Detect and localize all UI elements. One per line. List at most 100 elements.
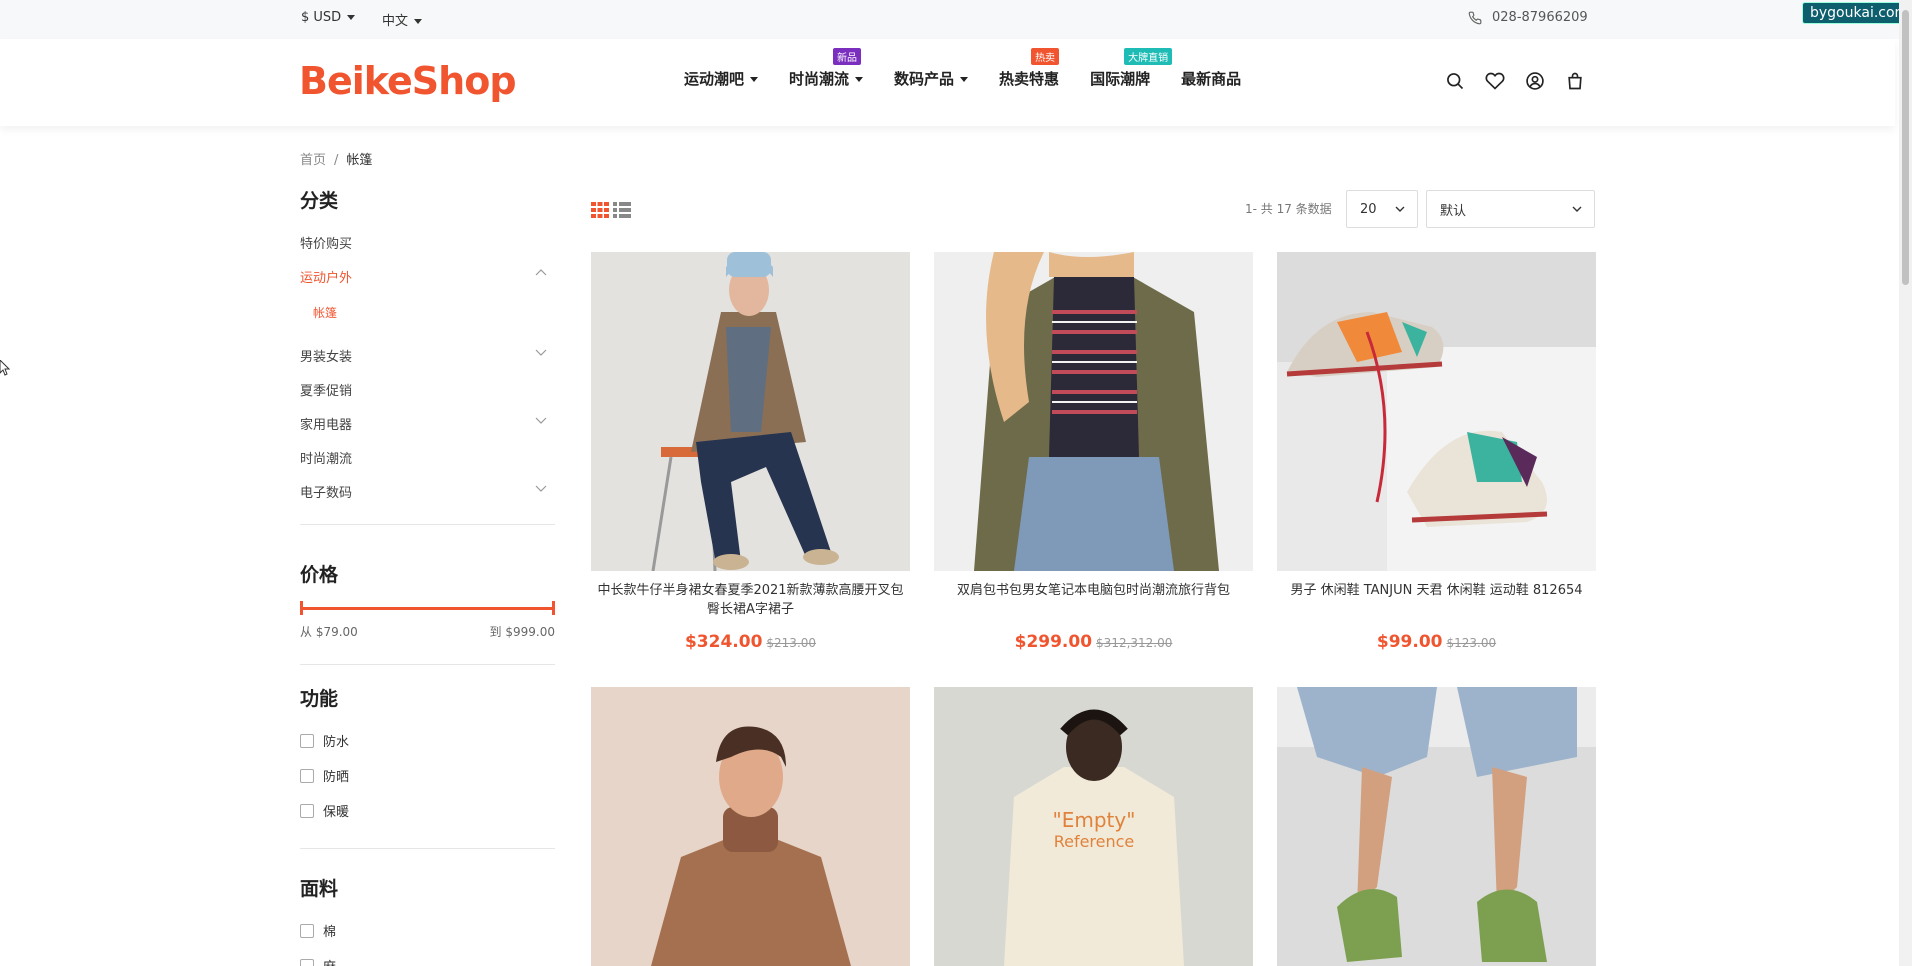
caret-down-icon <box>960 77 969 82</box>
heart-icon[interactable] <box>1485 71 1505 91</box>
product-image[interactable] <box>591 687 910 966</box>
phone-icon <box>1468 11 1482 24</box>
svg-text:"Empty": "Empty" <box>1053 808 1136 832</box>
product-image[interactable] <box>591 252 910 571</box>
original-price: $213.00 <box>766 636 817 650</box>
slider-handle-min[interactable] <box>300 601 303 615</box>
grid-view-icon[interactable] <box>591 202 609 218</box>
category-sidebar: 分类 特价购买 运动户外 帐篷 男装女装 夏季促销 家用电器 时尚潮流 电子数码 <box>300 186 555 525</box>
product-card[interactable] <box>591 687 910 966</box>
divider <box>300 524 555 525</box>
chevron-down-icon[interactable] <box>535 346 547 358</box>
header-icons <box>1445 71 1585 91</box>
nav-item-new-arrivals[interactable]: 最新商品 <box>1181 68 1241 89</box>
category-item[interactable]: 家用电器 <box>300 414 555 448</box>
nav-item-hot-sale[interactable]: 热卖 热卖特惠 <box>999 48 1060 89</box>
subcategory-item[interactable]: 帐篷 <box>300 301 555 346</box>
nav-badge-hot: 热卖 <box>1031 48 1060 65</box>
chevron-down-icon[interactable] <box>535 414 547 426</box>
product-card[interactable]: "Empty" Reference <box>934 687 1253 966</box>
caret-down-icon <box>414 19 423 24</box>
checkbox[interactable] <box>300 923 314 938</box>
product-name[interactable]: 男子 休闲鞋 TANJUN 天君 休闲鞋 运动鞋 812654 <box>1277 581 1596 621</box>
chevron-down-icon[interactable] <box>535 482 547 494</box>
sort-select[interactable]: 默认 <box>1426 190 1595 228</box>
product-card[interactable]: 双肩包书包男女笔记本电脑包时尚潮流旅行背包 $299.00 $312,312.00 <box>934 252 1253 652</box>
category-item[interactable]: 夏季促销 <box>300 380 555 414</box>
slider-handle-max[interactable] <box>552 601 555 615</box>
nav-item-sports[interactable]: 运动潮吧 <box>684 68 759 89</box>
language-label: 中文 <box>382 14 409 29</box>
nav-item-intl-brands[interactable]: 大牌直销 国际潮牌 <box>1090 48 1173 89</box>
checkbox-label: 保暖 <box>323 805 350 820</box>
list-view-icon[interactable] <box>613 202 631 218</box>
divider <box>300 664 555 665</box>
language-selector[interactable]: 中文 <box>382 10 423 29</box>
per-page-select[interactable]: 20 <box>1346 190 1418 228</box>
fabric-title: 面料 <box>300 878 339 900</box>
search-icon[interactable] <box>1445 71 1465 91</box>
fabric-checkbox[interactable]: 棉 <box>300 913 555 948</box>
price-range-values: 从 $79.00 到 $999.00 <box>300 623 555 640</box>
phone-number: 028-87966209 <box>1492 10 1588 25</box>
product-name[interactable]: 双肩包书包男女笔记本电脑包时尚潮流旅行背包 <box>934 581 1253 621</box>
svg-text:Reference: Reference <box>1054 832 1135 851</box>
caret-down-icon <box>750 77 759 82</box>
feature-checkbox[interactable]: 保暖 <box>300 793 555 828</box>
chevron-down-icon <box>1572 206 1582 212</box>
fabric-checkbox[interactable]: 麻 <box>300 948 555 966</box>
feature-title: 功能 <box>300 688 339 710</box>
current-price: $324.00 <box>684 632 763 652</box>
breadcrumb-home[interactable]: 首页 <box>300 153 326 168</box>
checkbox[interactable] <box>300 958 314 966</box>
feature-checkbox[interactable]: 防晒 <box>300 758 555 793</box>
product-card[interactable] <box>1277 687 1596 966</box>
price-title: 价格 <box>300 564 339 586</box>
product-price: $99.00 $123.00 <box>1277 632 1596 652</box>
original-price: $312,312.00 <box>1096 636 1173 650</box>
currency-selector[interactable]: $ USD <box>301 10 356 25</box>
top-bar: $ USD 中文 028-87966209 bygoukai.com <box>0 0 1912 39</box>
nav-item-fashion[interactable]: 新品 时尚潮流 <box>789 48 864 89</box>
checkbox-label: 麻 <box>323 956 336 966</box>
feature-checkbox[interactable]: 防水 <box>300 723 555 758</box>
category-item-active[interactable]: 运动户外 <box>300 267 555 301</box>
original-price: $123.00 <box>1446 636 1497 650</box>
category-label: 夏季促销 <box>300 384 353 399</box>
product-image[interactable] <box>934 252 1253 571</box>
page-scrollbar[interactable] <box>1899 0 1912 966</box>
nav-badge-brand: 大牌直销 <box>1124 48 1173 65</box>
category-item[interactable]: 男装女装 <box>300 346 555 380</box>
price-range-slider[interactable] <box>300 601 555 615</box>
slider-track <box>300 607 555 610</box>
scrollbar-thumb[interactable] <box>1902 10 1909 285</box>
checkbox[interactable] <box>300 733 314 748</box>
nav-label: 运动潮吧 <box>684 70 745 88</box>
cart-icon[interactable] <box>1565 71 1585 91</box>
category-item[interactable]: 特价购买 <box>300 233 555 267</box>
category-item[interactable]: 时尚潮流 <box>300 448 555 482</box>
currency-label: $ USD <box>301 10 342 25</box>
chevron-down-icon <box>1395 206 1405 212</box>
checkbox[interactable] <box>300 768 314 783</box>
nav-item-digital[interactable]: 数码产品 <box>894 68 969 89</box>
fabric-filter: 面料 棉 麻 <box>300 874 555 966</box>
product-card[interactable]: 中长款牛仔半身裙女春夏季2021新款薄款高腰开叉包臀长裙A字裙子 $324.00… <box>591 252 910 652</box>
site-logo[interactable]: BeikeShop <box>299 59 517 103</box>
user-icon[interactable] <box>1525 71 1545 91</box>
product-image[interactable]: "Empty" Reference <box>934 687 1253 966</box>
product-image[interactable] <box>1277 687 1596 966</box>
feature-filter: 功能 防水 防晒 保暖 <box>300 684 555 849</box>
chevron-up-icon[interactable] <box>535 267 547 279</box>
caret-down-icon <box>347 15 356 20</box>
main-nav: 运动潮吧 新品 时尚潮流 数码产品 热卖 热卖特惠 大牌直销 国际潮牌 最新商品 <box>684 48 1272 89</box>
price-from: 从 $79.00 <box>300 625 358 639</box>
checkbox[interactable] <box>300 803 314 818</box>
category-label: 运动户外 <box>300 271 353 286</box>
breadcrumb-separator: / <box>334 153 339 168</box>
product-card[interactable]: 男子 休闲鞋 TANJUN 天君 休闲鞋 运动鞋 812654 $99.00 $1… <box>1277 252 1596 652</box>
category-label: 家用电器 <box>300 418 353 433</box>
category-item[interactable]: 电子数码 <box>300 482 555 516</box>
product-image[interactable] <box>1277 252 1596 571</box>
product-name[interactable]: 中长款牛仔半身裙女春夏季2021新款薄款高腰开叉包臀长裙A字裙子 <box>591 581 910 621</box>
